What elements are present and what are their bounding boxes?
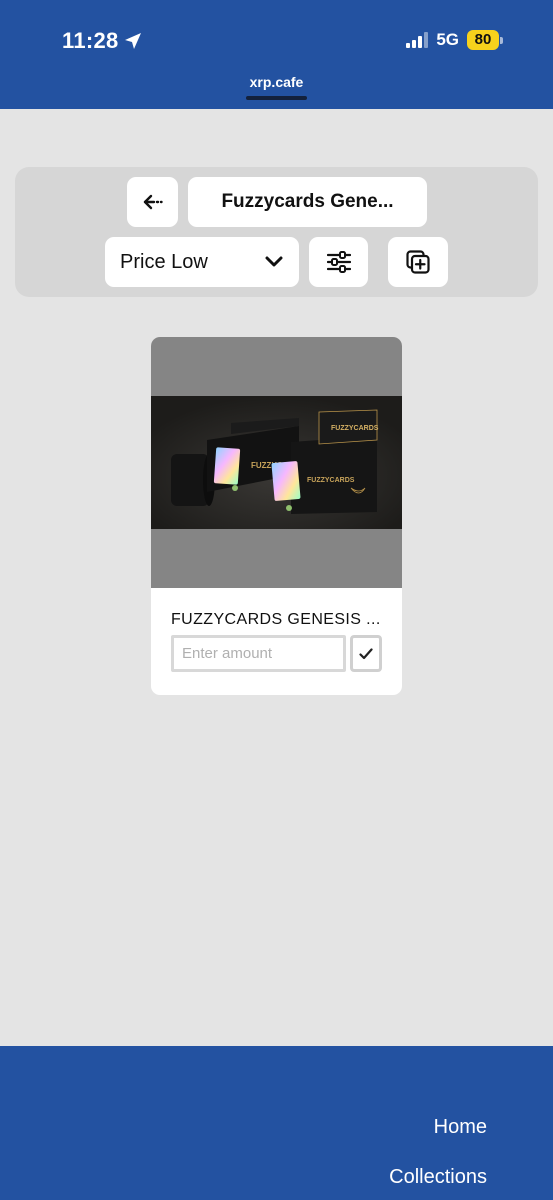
svg-text:FUZZYCARDS: FUZZYCARDS xyxy=(307,477,355,484)
nft-image: FUZZYCARDS FUZZYCARDS FUZZYCARDS xyxy=(151,396,402,529)
svg-text:FUZZYCARDS: FUZZYCARDS xyxy=(331,425,379,432)
url-underline xyxy=(246,96,307,100)
add-to-collection-icon xyxy=(406,250,430,274)
sliders-icon xyxy=(326,251,351,273)
battery-tip xyxy=(500,36,503,44)
status-indicators: 5G 80 xyxy=(406,30,503,50)
nft-card[interactable]: FUZZYCARDS FUZZYCARDS FUZZYCARDS FUZZYCA… xyxy=(151,337,402,695)
confirm-button[interactable] xyxy=(350,635,382,672)
footer-link-home[interactable]: Home xyxy=(434,1116,487,1139)
chevron-down-icon xyxy=(265,256,283,267)
nft-image-frame[interactable]: FUZZYCARDS FUZZYCARDS FUZZYCARDS xyxy=(151,337,402,588)
collection-title: Fuzzycards Gene... xyxy=(221,191,394,212)
location-arrow-icon xyxy=(124,33,141,49)
nft-title: FUZZYCARDS GENESIS ... xyxy=(171,611,381,628)
status-time: 11:28 xyxy=(62,28,143,54)
filter-button[interactable] xyxy=(309,237,368,287)
back-arrow-icon xyxy=(143,194,163,210)
footer-link-collections[interactable]: Collections xyxy=(389,1166,487,1189)
sort-selected-value: Price Low xyxy=(120,250,208,273)
address-bar-url[interactable]: xrp.cafe xyxy=(0,74,553,90)
add-to-collection-button[interactable] xyxy=(388,237,448,287)
status-time-text: 11:28 xyxy=(62,28,119,53)
sort-select[interactable]: Price Low xyxy=(105,237,299,287)
back-button[interactable] xyxy=(127,177,178,227)
checkmark-icon xyxy=(359,647,373,659)
amount-input[interactable] xyxy=(171,635,346,672)
battery-indicator: 80 xyxy=(467,30,503,50)
nft-product-photo: FUZZYCARDS FUZZYCARDS FUZZYCARDS xyxy=(151,396,402,529)
collection-title-button[interactable]: Fuzzycards Gene... xyxy=(188,177,427,227)
battery-level: 80 xyxy=(467,30,499,50)
network-type: 5G xyxy=(436,30,459,49)
cellular-signal-icon xyxy=(406,32,429,48)
top-bar: 11:28 5G 80 xrp.cafe xyxy=(0,0,553,109)
